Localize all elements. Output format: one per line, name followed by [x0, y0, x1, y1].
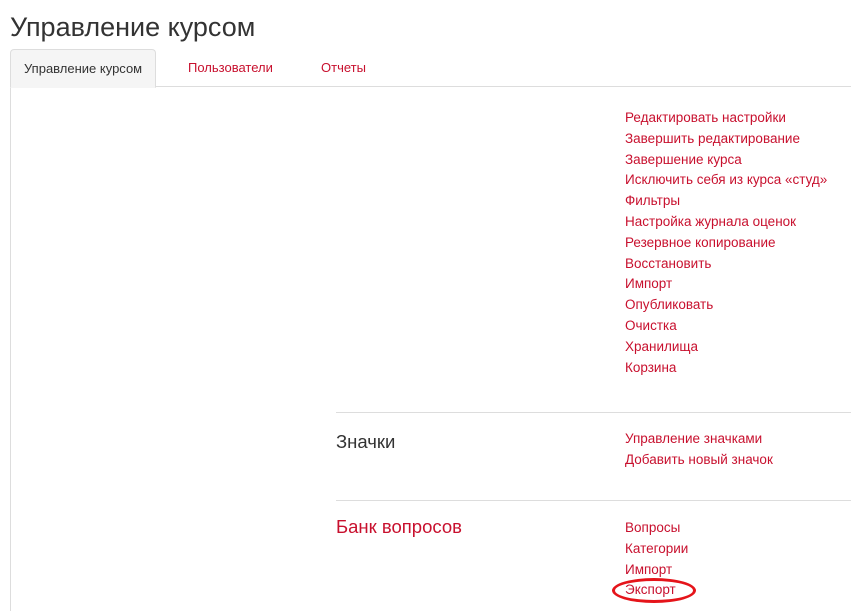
add-new-badge-link[interactable]: Добавить новый значок	[625, 450, 773, 471]
restore-link[interactable]: Восстановить	[625, 254, 827, 275]
course-completion-link[interactable]: Завершение курса	[625, 150, 827, 171]
question-bank-heading[interactable]: Банк вопросов	[336, 516, 462, 538]
question-bank-link-list: Вопросы Категории Импорт Экспорт	[625, 518, 688, 601]
tab-course-administration[interactable]: Управление курсом	[10, 49, 157, 88]
badges-link-list: Управление значками Добавить новый значо…	[625, 429, 773, 471]
import-link[interactable]: Импорт	[625, 274, 827, 295]
edit-settings-link[interactable]: Редактировать настройки	[625, 108, 827, 129]
publish-link[interactable]: Опубликовать	[625, 295, 827, 316]
categories-link[interactable]: Категории	[625, 539, 688, 560]
gradebook-setup-link[interactable]: Настройка журнала оценок	[625, 212, 827, 233]
backup-link[interactable]: Резервное копирование	[625, 233, 827, 254]
section-divider	[336, 500, 851, 501]
badges-heading: Значки	[336, 431, 396, 452]
page-title: Управление курсом	[10, 12, 256, 42]
tab-reports[interactable]: Отчеты	[321, 49, 366, 86]
section-divider	[336, 412, 851, 413]
reset-link[interactable]: Очистка	[625, 316, 827, 337]
course-admin-link-list: Редактировать настройки Завершить редакт…	[625, 108, 827, 378]
filters-link[interactable]: Фильтры	[625, 191, 827, 212]
tab-strip: Управление курсом Пользователи Отчеты	[10, 49, 851, 88]
turn-editing-off-link[interactable]: Завершить редактирование	[625, 129, 827, 150]
manage-badges-link[interactable]: Управление значками	[625, 429, 773, 450]
recycle-bin-link[interactable]: Корзина	[625, 358, 827, 379]
question-import-link[interactable]: Импорт	[625, 560, 688, 581]
tab-users[interactable]: Пользователи	[188, 49, 273, 86]
unenrol-self-link[interactable]: Исключить себя из курса «студ»	[625, 170, 827, 191]
course-administration-page: Управление курсом Управление курсом Поль…	[0, 0, 851, 611]
question-export-link[interactable]: Экспорт	[625, 580, 688, 601]
repositories-link[interactable]: Хранилища	[625, 337, 827, 358]
questions-link[interactable]: Вопросы	[625, 518, 688, 539]
